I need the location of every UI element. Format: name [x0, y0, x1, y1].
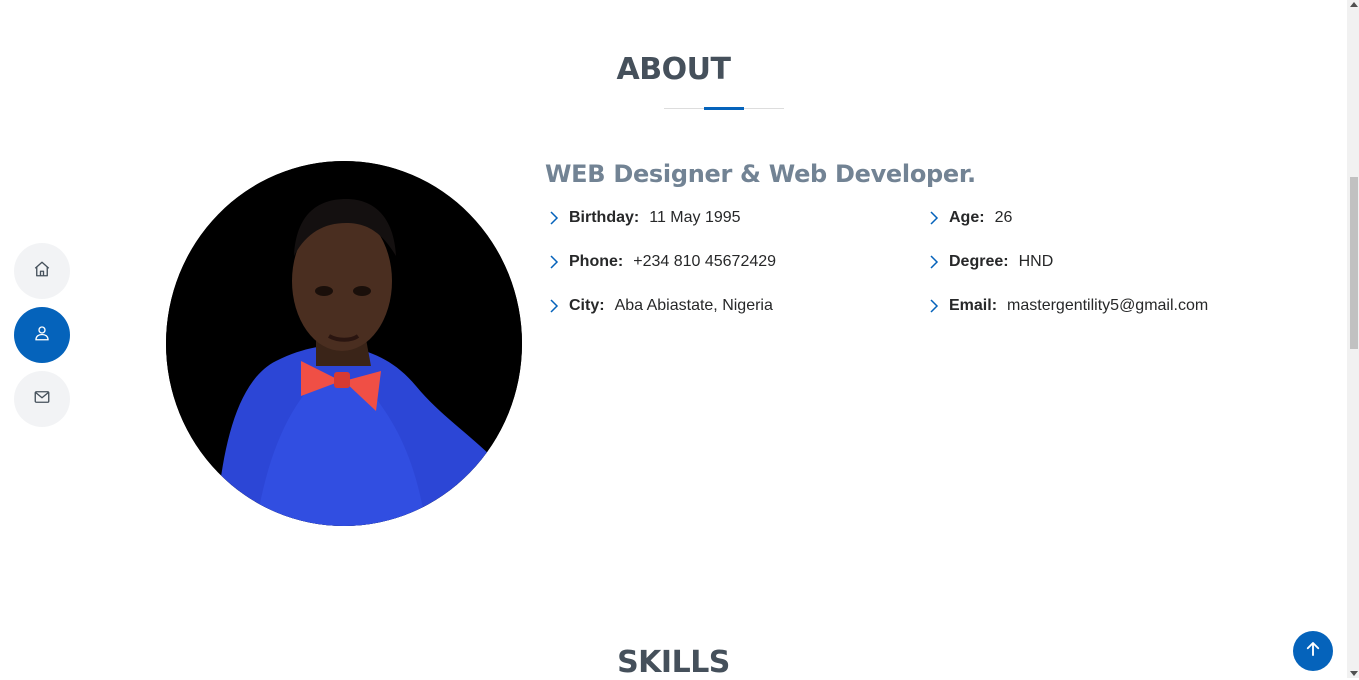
- birthday-value: 11 May 1995: [649, 209, 741, 226]
- scroll-up-arrow[interactable]: [1350, 2, 1358, 7]
- age-value: 26: [994, 209, 1013, 226]
- age-row: Age: 26: [928, 209, 1012, 227]
- about-section-title: ABOUT: [616, 52, 731, 87]
- email-label: Email:: [949, 297, 998, 314]
- city-value: Aba Abiastate, Nigeria: [614, 297, 773, 314]
- phone-row: Phone: +234 810 45672429: [548, 253, 776, 271]
- chevron-right-icon: [550, 299, 559, 313]
- scrollbar-thumb[interactable]: [1350, 177, 1358, 349]
- title-accent-bar: [704, 107, 744, 110]
- phone-value: +234 810 45672429: [633, 253, 777, 270]
- chevron-right-icon: [550, 255, 559, 269]
- arrow-up-icon: [1304, 640, 1322, 663]
- chevron-right-icon: [550, 211, 559, 225]
- degree-row: Degree: HND: [928, 253, 1053, 271]
- house-icon: [33, 260, 51, 283]
- birthday-row: Birthday: 11 May 1995: [548, 209, 741, 227]
- birthday-label: Birthday:: [569, 209, 640, 226]
- chevron-right-icon: [930, 299, 939, 313]
- age-label: Age:: [949, 209, 985, 226]
- back-to-top-button[interactable]: [1293, 631, 1333, 671]
- nav-contact-button[interactable]: [14, 371, 70, 427]
- envelope-icon: [33, 388, 51, 411]
- email-value: mastergentility5@gmail.com: [1007, 297, 1209, 314]
- side-nav: [14, 243, 70, 427]
- degree-value: HND: [1018, 253, 1054, 270]
- city-label: City:: [569, 297, 605, 314]
- nav-home-button[interactable]: [14, 243, 70, 299]
- person-icon: [33, 324, 51, 347]
- skills-section-title: SKILLS: [617, 645, 730, 680]
- city-row: City: Aba Abiastate, Nigeria: [548, 297, 773, 315]
- nav-about-button[interactable]: [14, 307, 70, 363]
- profile-photo: [166, 161, 522, 526]
- scroll-down-arrow[interactable]: [1350, 671, 1358, 676]
- email-row: Email: mastergentility5@gmail.com: [928, 297, 1208, 315]
- chevron-right-icon: [930, 211, 939, 225]
- role-heading: WEB Designer & Web Developer.: [545, 160, 976, 188]
- chevron-right-icon: [930, 255, 939, 269]
- degree-label: Degree:: [949, 253, 1009, 270]
- phone-label: Phone:: [569, 253, 624, 270]
